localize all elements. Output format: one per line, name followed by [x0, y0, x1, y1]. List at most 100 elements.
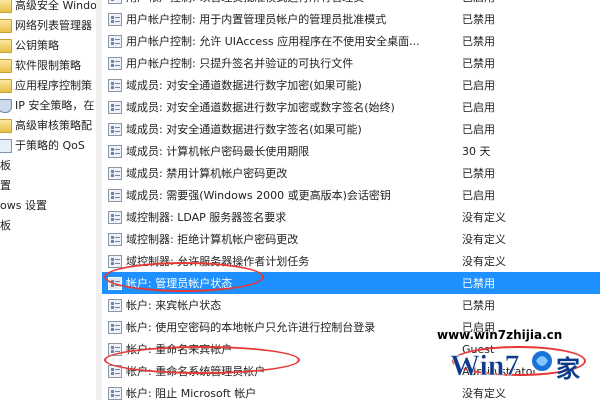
folder-icon — [0, 119, 12, 133]
policy-icon — [108, 298, 122, 312]
tree-item[interactable]: 置 — [0, 176, 11, 196]
security-setting: 已禁用 — [462, 167, 495, 180]
policy-row[interactable]: 帐户: 管理员帐户状态 已禁用 — [102, 272, 600, 294]
tree-item[interactable]: 高级安全 Windo — [0, 0, 97, 16]
tree-item-label: 软件限制策略 — [15, 59, 81, 72]
policy-row[interactable]: 域控制器: 拒绝计算机帐户密码更改 没有定义 — [102, 228, 600, 250]
policy-icon — [108, 320, 122, 334]
policy-row[interactable]: 用户帐户控制: 以管理员批准模式运行所有管理员 已启用 — [102, 0, 600, 8]
tree-item[interactable]: 软件限制策略 — [0, 56, 81, 76]
folder-icon — [0, 59, 12, 73]
policy-name: 用户帐户控制: 用于内置管理员帐户的管理员批准模式 — [126, 13, 387, 26]
policy-name: 用户帐户控制: 允许 UIAccess 应用程序在不使用安全桌面... — [126, 35, 420, 48]
security-setting: 没有定义 — [462, 387, 506, 400]
policy-name: 帐户: 阻止 Microsoft 帐户 — [126, 387, 257, 400]
policy-icon — [108, 78, 122, 92]
policy-row[interactable]: 域成员: 需要强(Windows 2000 或更高版本)会话密钥 已启用 — [102, 184, 600, 206]
policy-row[interactable]: 帐户: 来宾帐户状态 已禁用 — [102, 294, 600, 316]
security-setting: 已启用 — [462, 79, 495, 92]
tree-item-label: 高级安全 Windo — [15, 0, 97, 12]
tree-item[interactable]: 板 — [0, 156, 11, 176]
folder-icon — [0, 39, 12, 53]
tree-item[interactable]: 网络列表管理器 — [0, 16, 92, 36]
tree-item-label: 应用程序控制策 — [15, 79, 92, 92]
svg-text:家: 家 — [556, 355, 580, 383]
win7-logo: Win7 家 — [450, 349, 580, 383]
policy-icon — [108, 56, 122, 70]
security-setting: 没有定义 — [462, 211, 506, 224]
tree-item[interactable]: 板 — [0, 216, 11, 236]
security-setting: 已禁用 — [462, 35, 495, 48]
tree-item-label: 置 — [0, 179, 11, 192]
policy-icon — [108, 386, 122, 400]
policy-name: 帐户: 使用空密码的本地帐户只允许进行控制台登录 — [126, 321, 376, 334]
policy-name: 域控制器: 允许服务器操作者计划任务 — [126, 255, 310, 268]
security-setting: 30 天 — [462, 145, 491, 158]
policy-row[interactable]: 域控制器: LDAP 服务器签名要求 没有定义 — [102, 206, 600, 228]
folder-icon — [0, 19, 12, 33]
policy-row[interactable]: 用户帐户控制: 允许 UIAccess 应用程序在不使用安全桌面... 已禁用 — [102, 30, 600, 52]
tree-item-label: 板 — [0, 219, 11, 232]
policy-name: 域成员: 需要强(Windows 2000 或更高版本)会话密钥 — [126, 189, 391, 202]
tree-item-label: 高级审核策略配 — [15, 119, 92, 132]
security-setting: 已启用 — [462, 101, 495, 114]
tree-item-label: 公钥策略 — [15, 39, 59, 52]
policy-icon — [108, 0, 122, 4]
policy-tree-pane: 高级安全 Windo 网络列表管理器 公钥策略软件限制策略 应用程序控制策 IP 安全策… — [0, 0, 99, 400]
policy-icon — [108, 232, 122, 246]
policy-icon — [108, 364, 122, 378]
folder-icon — [0, 79, 12, 93]
policy-name: 用户帐户控制: 以管理员批准模式运行所有管理员 — [126, 0, 456, 5]
tree-item[interactable]: 应用程序控制策 — [0, 76, 92, 96]
tree-item-label: 网络列表管理器 — [15, 19, 92, 32]
security-setting: 没有定义 — [462, 233, 506, 246]
policy-icon — [108, 12, 122, 26]
policy-name: 域成员: 对安全通道数据进行数字加密(如果可能) — [126, 79, 362, 92]
policy-name: 域成员: 计算机帐户密码最长使用期限 — [126, 145, 310, 158]
policy-icon — [108, 122, 122, 136]
policy-name: 帐户: 重命名来宾帐户 — [126, 343, 233, 356]
policy-name: 帐户: 重命名系统管理员帐户 — [126, 365, 266, 378]
policy-name: 帐户: 管理员帐户状态 — [126, 277, 233, 290]
svg-text:Win7: Win7 — [450, 349, 519, 382]
security-setting: 已禁用 — [462, 277, 495, 290]
policy-row[interactable]: 域成员: 计算机帐户密码最长使用期限 30 天 — [102, 140, 600, 162]
policy-icon — [108, 276, 122, 290]
policy-row[interactable]: 域成员: 禁用计算机帐户密码更改 已禁用 — [102, 162, 600, 184]
policy-name: 域成员: 禁用计算机帐户密码更改 — [126, 167, 288, 180]
watermark-url: www.win7zhijia.cn — [437, 328, 563, 342]
policy-icon — [108, 254, 122, 268]
policy-icon — [108, 342, 122, 356]
policy-name: 用户帐户控制: 只提升签名并验证的可执行文件 — [126, 57, 354, 70]
policy-name: 域成员: 对安全通道数据进行数字加密或数字签名(始终) — [126, 101, 395, 114]
folder-icon — [0, 0, 12, 13]
tree-item[interactable]: ows 设置 — [0, 196, 47, 216]
tree-item-label: 板 — [0, 159, 11, 172]
policy-row[interactable]: 用户帐户控制: 用于内置管理员帐户的管理员批准模式 已禁用 — [102, 8, 600, 30]
policy-icon — [108, 210, 122, 224]
tree-item[interactable]: 高级审核策略配 — [0, 116, 92, 136]
policy-row[interactable]: 域成员: 对安全通道数据进行数字签名(如果可能) 已启用 — [102, 118, 600, 140]
policy-icon — [108, 34, 122, 48]
policy-row[interactable]: 域控制器: 允许服务器操作者计划任务 没有定义 — [102, 250, 600, 272]
tree-item-label: IP 安全策略，在 — [15, 99, 95, 112]
policy-icon — [108, 166, 122, 180]
policy-name: 域成员: 对安全通道数据进行数字签名(如果可能) — [126, 123, 362, 136]
tree-item[interactable]: 公钥策略 — [0, 36, 59, 56]
tree-item-label: 于策略的 QoS — [15, 139, 85, 152]
policy-name: 帐户: 来宾帐户状态 — [126, 299, 222, 312]
tree-item[interactable]: 于策略的 QoS — [0, 136, 85, 156]
policy-icon — [108, 188, 122, 202]
policy-name: 域控制器: LDAP 服务器签名要求 — [126, 211, 287, 224]
tree-item[interactable]: IP 安全策略，在 — [0, 96, 94, 116]
tree-item-label: ows 设置 — [0, 199, 47, 212]
security-setting: 已禁用 — [462, 299, 495, 312]
policy-row[interactable]: 用户帐户控制: 只提升签名并验证的可执行文件 已禁用 — [102, 52, 600, 74]
policy-row[interactable]: 域成员: 对安全通道数据进行数字加密或数字签名(始终) 已启用 — [102, 96, 600, 118]
policy-row[interactable]: 域成员: 对安全通道数据进行数字加密(如果可能) 已启用 — [102, 74, 600, 96]
security-setting: 已启用 — [462, 0, 495, 5]
security-setting: 已禁用 — [462, 57, 495, 70]
security-setting: 已启用 — [462, 189, 495, 202]
policy-name: 域控制器: 拒绝计算机帐户密码更改 — [126, 233, 299, 246]
policy-icon — [108, 144, 122, 158]
